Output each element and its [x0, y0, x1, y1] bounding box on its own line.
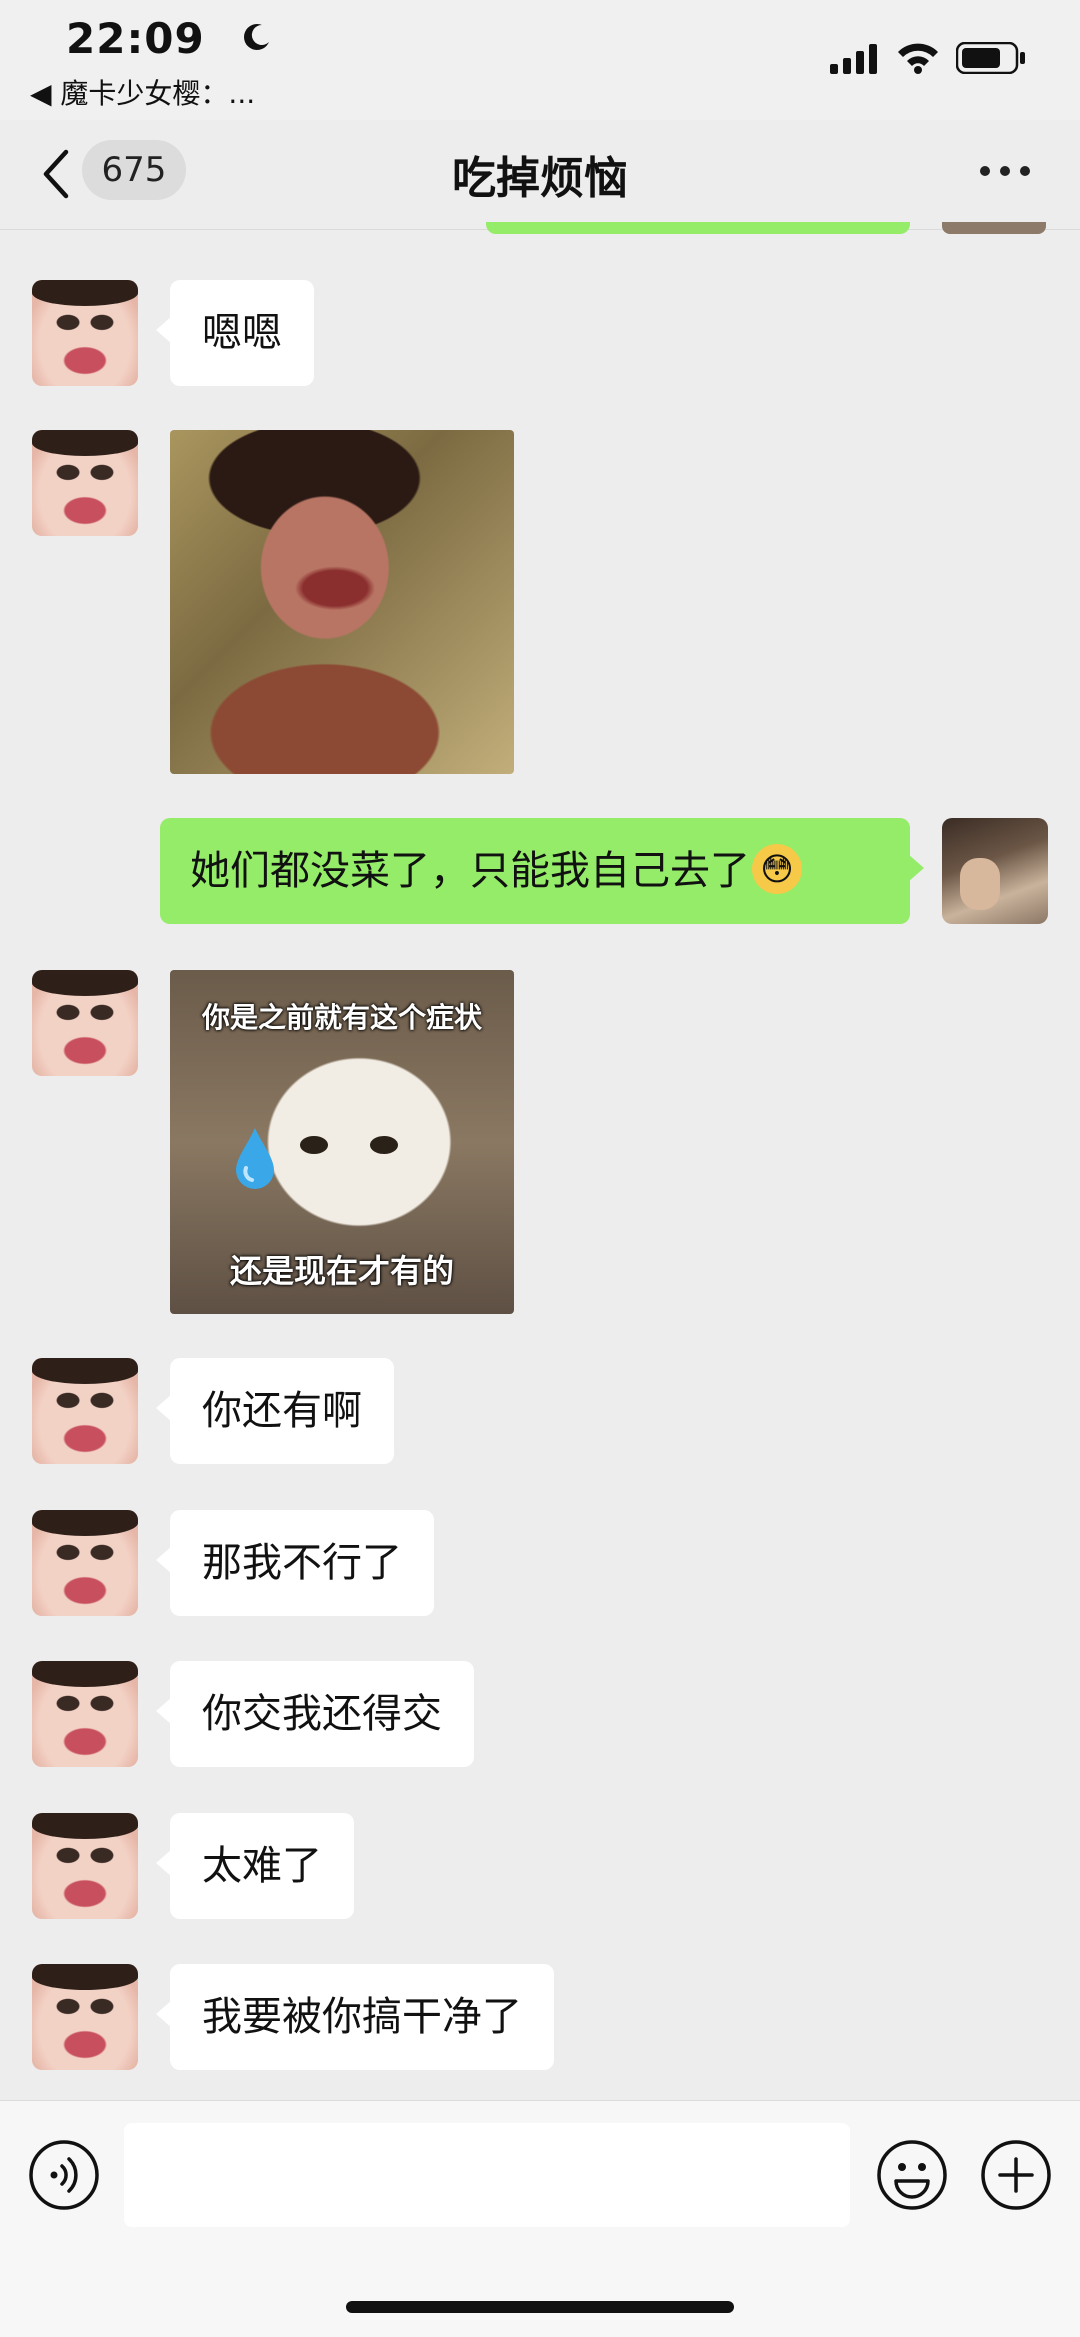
flushed-face-emoji: 😳 — [752, 844, 802, 894]
cat-eye — [370, 1136, 398, 1154]
message-bubble[interactable]: 那我不行了 — [156, 1510, 434, 1616]
contact-avatar[interactable] — [32, 1510, 138, 1616]
battery-icon — [956, 42, 1025, 74]
contact-avatar[interactable] — [32, 1661, 138, 1767]
message-bubble[interactable]: 你交我还得交 — [156, 1661, 474, 1767]
chat-header: 675 吃掉烦恼 — [0, 120, 1080, 230]
chat-title: 吃掉烦恼 — [452, 153, 628, 204]
status-time: 22:09 — [66, 14, 205, 63]
self-avatar — [942, 222, 1046, 234]
contact-avatar[interactable] — [32, 1358, 138, 1464]
previous-message-bubble — [486, 222, 910, 234]
message-bubble[interactable]: 我要被你搞干净了 — [156, 1964, 554, 2070]
sticker-caption-bottom: 还是现在才有的 — [229, 1252, 454, 1290]
emoji-icon[interactable] — [876, 2139, 948, 2211]
contact-avatar[interactable] — [32, 970, 138, 1076]
cat-eye — [300, 1136, 328, 1154]
contact-avatar[interactable] — [32, 1813, 138, 1919]
self-avatar[interactable] — [942, 818, 1048, 924]
status-bar: 22:09 ◀ 魔卡少女樱：... — [0, 0, 1080, 120]
sticker-caption-top: 你是之前就有这个症状 — [201, 1001, 482, 1034]
home-indicator — [346, 2301, 734, 2313]
contact-avatar[interactable] — [32, 430, 138, 536]
moon-icon — [244, 24, 269, 50]
sticker-image[interactable]: 你是之前就有这个症状 还是现在才有的 — [170, 970, 514, 1314]
contact-avatar[interactable] — [32, 1964, 138, 2070]
plus-icon[interactable] — [980, 2139, 1052, 2211]
voice-icon[interactable] — [28, 2139, 100, 2211]
more-icon[interactable] — [980, 166, 1030, 180]
message-bubble[interactable]: 你还有啊 — [156, 1358, 394, 1464]
message-input[interactable] — [124, 2123, 850, 2227]
signal-icon — [830, 44, 877, 74]
sweat-drop-icon — [236, 1128, 274, 1189]
message-text: 她们都没菜了，只能我自己去了 — [190, 848, 750, 894]
input-bar — [0, 2100, 1080, 2337]
sticker-image[interactable] — [170, 430, 514, 774]
message-bubble[interactable]: 太难了 — [156, 1813, 354, 1919]
wifi-icon — [898, 43, 938, 74]
my-message-bubble[interactable]: 她们都没菜了，只能我自己去了 😳 — [160, 818, 924, 924]
message-bubble[interactable]: 嗯嗯 — [156, 280, 314, 386]
back-to-app-link[interactable]: ◀ 魔卡少女樱：... — [30, 72, 255, 112]
contact-avatar[interactable] — [32, 280, 138, 386]
